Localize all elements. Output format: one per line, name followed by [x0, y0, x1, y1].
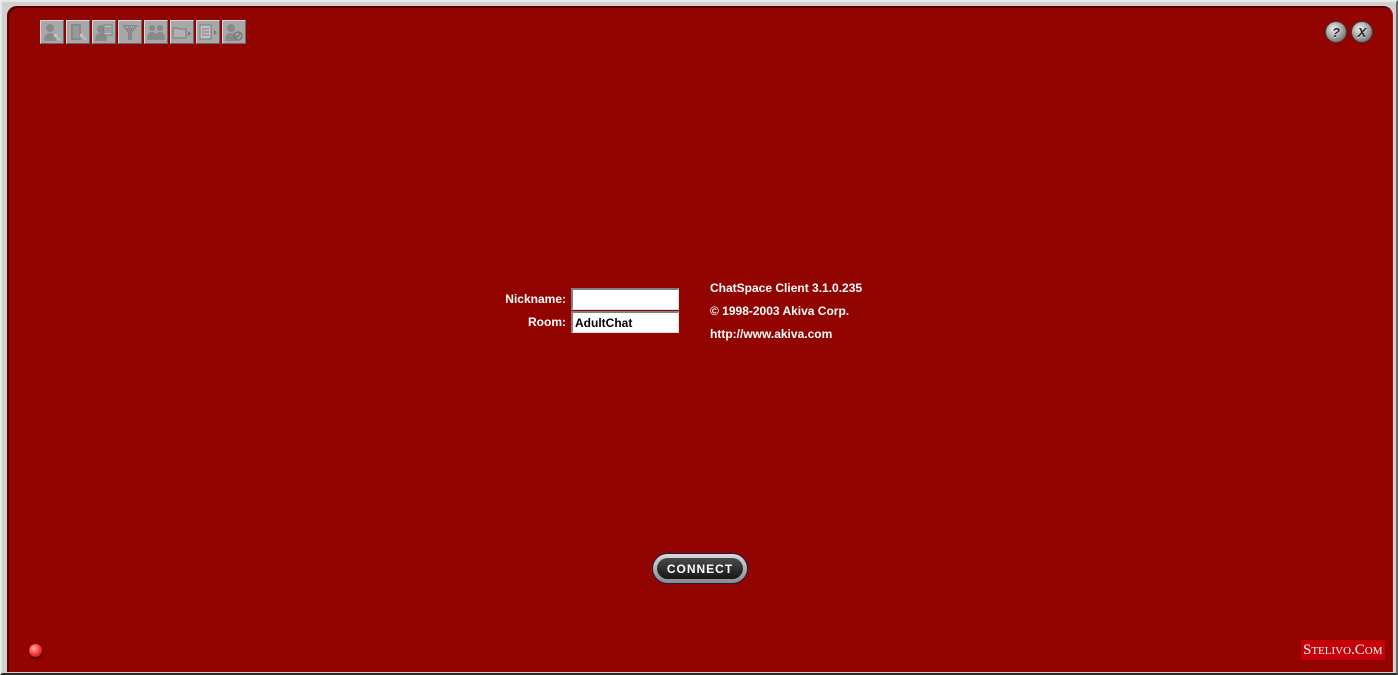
- connect-button[interactable]: CONNECT: [652, 553, 748, 584]
- user-settings-button[interactable]: [40, 20, 64, 44]
- ignore-user-button[interactable]: [222, 20, 246, 44]
- website-link[interactable]: http://www.akiva.com: [710, 327, 862, 350]
- users-icon: [147, 25, 165, 40]
- send-file-icon: [172, 27, 191, 39]
- room-input[interactable]: [571, 311, 679, 333]
- version-text: ChatSpace Client 3.1.0.235: [710, 281, 863, 295]
- room-settings-icon: [71, 24, 87, 41]
- close-button[interactable]: X: [1352, 22, 1372, 42]
- notes-button[interactable]: [196, 20, 220, 44]
- nickname-label: Nickname:: [505, 292, 566, 306]
- user-info-icon: [95, 24, 113, 41]
- filter-icon: [122, 25, 138, 40]
- send-file-button[interactable]: [170, 20, 194, 44]
- room-label: Room:: [528, 315, 566, 329]
- help-icon: ?: [1332, 24, 1340, 40]
- copyright-text: © 1998-2003 Akiva Corp.: [710, 304, 850, 318]
- branding-logo: Stelivo.Com: [1301, 640, 1385, 660]
- user-info-button[interactable]: [92, 20, 116, 44]
- client-info: ChatSpace Client 3.1.0.235 © 1998-2003 A…: [710, 281, 862, 350]
- nickname-input[interactable]: [571, 288, 679, 310]
- connect-label: CONNECT: [657, 558, 743, 579]
- notes-icon: [199, 24, 217, 40]
- toolbar: [40, 20, 248, 44]
- close-icon: X: [1357, 24, 1367, 40]
- help-button[interactable]: ?: [1326, 22, 1346, 42]
- room-settings-button[interactable]: [66, 20, 90, 44]
- filter-button[interactable]: [118, 20, 142, 44]
- ignore-user-icon: [225, 24, 243, 41]
- status-indicator-icon: [29, 644, 42, 657]
- user-settings-icon: [44, 24, 61, 41]
- users-button[interactable]: [144, 20, 168, 44]
